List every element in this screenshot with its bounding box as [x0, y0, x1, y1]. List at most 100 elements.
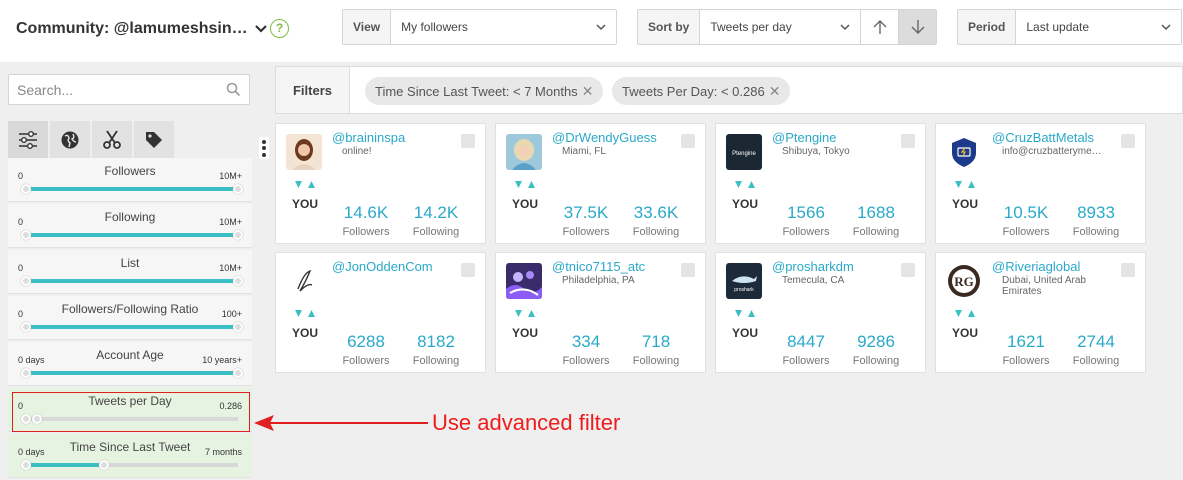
user-card[interactable]: @JonOddenCom YOU 6288 Followers 8182 Followin…: [275, 252, 486, 373]
slider-max-handle[interactable]: [233, 184, 243, 194]
filter-max-label: 10M+: [219, 171, 242, 181]
select-checkbox[interactable]: [461, 134, 475, 148]
period-select[interactable]: Period Last update: [957, 9, 1182, 45]
filter-followers: 0 Followers 10M+: [8, 158, 252, 202]
following-count: 1688: [857, 203, 895, 222]
followers-label: Followers: [782, 355, 830, 367]
user-card[interactable]: RG @Riveriaglobal Dubai, United Arab Emira…: [935, 252, 1146, 373]
help-icon[interactable]: ?: [270, 19, 289, 38]
followers-stat: 8447 Followers: [771, 332, 841, 367]
user-handle-link[interactable]: @tnico7115_atc: [552, 259, 645, 274]
followers-label: Followers: [1002, 355, 1050, 367]
user-handle-link[interactable]: @CruzBattMetals: [992, 130, 1094, 145]
tab-filters[interactable]: [8, 121, 48, 159]
top-bar: Community: @lamumeshsin… ? View My follo…: [0, 0, 1183, 62]
user-card[interactable]: @DrWendyGuess Miami, FL YOU 37.5K Followers 3…: [495, 123, 706, 244]
slider-max-handle[interactable]: [233, 276, 243, 286]
avatar[interactable]: [946, 134, 982, 170]
select-checkbox[interactable]: [1121, 263, 1135, 277]
followers-label: Followers: [562, 226, 610, 238]
range-slider[interactable]: [21, 460, 238, 470]
following-count: 14.2K: [413, 203, 459, 222]
following-count: 33.6K: [633, 203, 679, 222]
range-slider[interactable]: [21, 276, 243, 286]
chevron-down-icon: [1161, 23, 1171, 30]
user-handle-link[interactable]: @Ptengine: [772, 130, 837, 145]
sort-ascending-button[interactable]: [860, 10, 898, 44]
mutual-follow-icon: [513, 307, 537, 322]
slider-min-handle[interactable]: [21, 184, 31, 194]
search-input[interactable]: Search...: [8, 74, 250, 105]
user-card[interactable]: Ptengine @Ptengine Shibuya, Tokyo YOU 1566 Fo…: [715, 123, 926, 244]
select-checkbox[interactable]: [681, 263, 695, 277]
user-handle-link[interactable]: @Riveriaglobal: [992, 259, 1080, 274]
community-selector[interactable]: Community: @lamumeshsin…: [16, 20, 268, 38]
view-select[interactable]: View My followers: [342, 9, 617, 45]
user-handle-link[interactable]: @DrWendyGuess: [552, 130, 657, 145]
select-checkbox[interactable]: [901, 263, 915, 277]
select-checkbox[interactable]: [461, 263, 475, 277]
user-handle-link[interactable]: @braininspa: [332, 130, 405, 145]
close-icon[interactable]: ✕: [582, 83, 594, 100]
avatar[interactable]: RG: [946, 263, 982, 299]
slider-max-handle[interactable]: [233, 368, 243, 378]
following-label: Following: [1072, 226, 1120, 238]
view-value: My followers: [401, 20, 468, 34]
select-checkbox[interactable]: [901, 134, 915, 148]
sort-descending-button[interactable]: [898, 10, 936, 44]
followers-count: 37.5K: [563, 203, 609, 222]
following-label: Following: [632, 355, 680, 367]
range-slider[interactable]: [21, 184, 243, 194]
filters-label: Filters: [276, 67, 350, 113]
avatar[interactable]: [506, 134, 542, 170]
select-checkbox[interactable]: [681, 134, 695, 148]
user-card[interactable]: @CruzBattMetals info@cruzbatteryme… YOU 10.…: [935, 123, 1146, 244]
following-count: 2744: [1077, 332, 1115, 351]
view-label: View: [343, 10, 392, 44]
more-options-icon[interactable]: [259, 137, 269, 159]
chevron-down-icon: [840, 23, 850, 30]
range-slider[interactable]: [21, 368, 243, 378]
following-stat: 33.6K Following: [621, 203, 691, 238]
range-slider[interactable]: [21, 322, 243, 332]
tab-location[interactable]: [50, 121, 90, 159]
filter-chip-tweets-per-day[interactable]: Tweets Per Day: < 0.286 ✕: [612, 77, 791, 105]
tab-cut[interactable]: [92, 121, 132, 159]
community-label: Community: @lamumeshsin…: [16, 20, 248, 37]
slider-min-handle[interactable]: [21, 460, 31, 470]
avatar[interactable]: Ptengine: [726, 134, 762, 170]
sort-select[interactable]: Sort by Tweets per day: [637, 9, 937, 45]
slider-max-handle[interactable]: [99, 460, 110, 470]
filter-max-label: 10 years+: [202, 355, 242, 365]
slider-max-handle[interactable]: [233, 322, 243, 332]
user-location: info@cruzbatteryme…: [1002, 146, 1102, 157]
slider-max-handle[interactable]: [233, 230, 243, 240]
followers-count: 6288: [347, 332, 385, 351]
avatar[interactable]: [286, 263, 322, 299]
slider-min-handle[interactable]: [21, 230, 31, 240]
user-card[interactable]: proshark @prosharkdm Temecula, CA YOU 8447 Fo…: [715, 252, 926, 373]
avatar[interactable]: [506, 263, 542, 299]
filter-name: Followers: [104, 164, 156, 178]
tab-tags[interactable]: [134, 121, 174, 159]
user-location: Philadelphia, PA: [562, 275, 635, 286]
user-handle-link[interactable]: @prosharkdm: [772, 259, 854, 274]
avatar[interactable]: [286, 134, 322, 170]
chip-label: Time Since Last Tweet: < 7 Months: [375, 83, 578, 99]
arrow-up-icon: [873, 20, 886, 34]
user-handle-link[interactable]: @JonOddenCom: [332, 259, 433, 274]
chevron-down-icon: [254, 25, 267, 33]
select-checkbox[interactable]: [1121, 134, 1135, 148]
slider-min-handle[interactable]: [21, 368, 31, 378]
close-icon[interactable]: ✕: [769, 83, 781, 100]
mutual-follow-icon: [513, 178, 537, 193]
filter-chip-time-since-last-tweet[interactable]: Time Since Last Tweet: < 7 Months ✕: [365, 77, 604, 105]
user-card[interactable]: @tnico7115_atc Philadelphia, PA YOU 334 Foll…: [495, 252, 706, 373]
slider-min-handle[interactable]: [21, 276, 31, 286]
you-label: YOU: [952, 197, 979, 211]
avatar[interactable]: proshark: [726, 263, 762, 299]
slider-min-handle[interactable]: [21, 322, 31, 332]
range-slider[interactable]: [21, 230, 243, 240]
svg-text:Ptengine: Ptengine: [732, 151, 756, 157]
user-card[interactable]: @braininspa online! YOU 14.6K Followers 14.2K…: [275, 123, 486, 244]
